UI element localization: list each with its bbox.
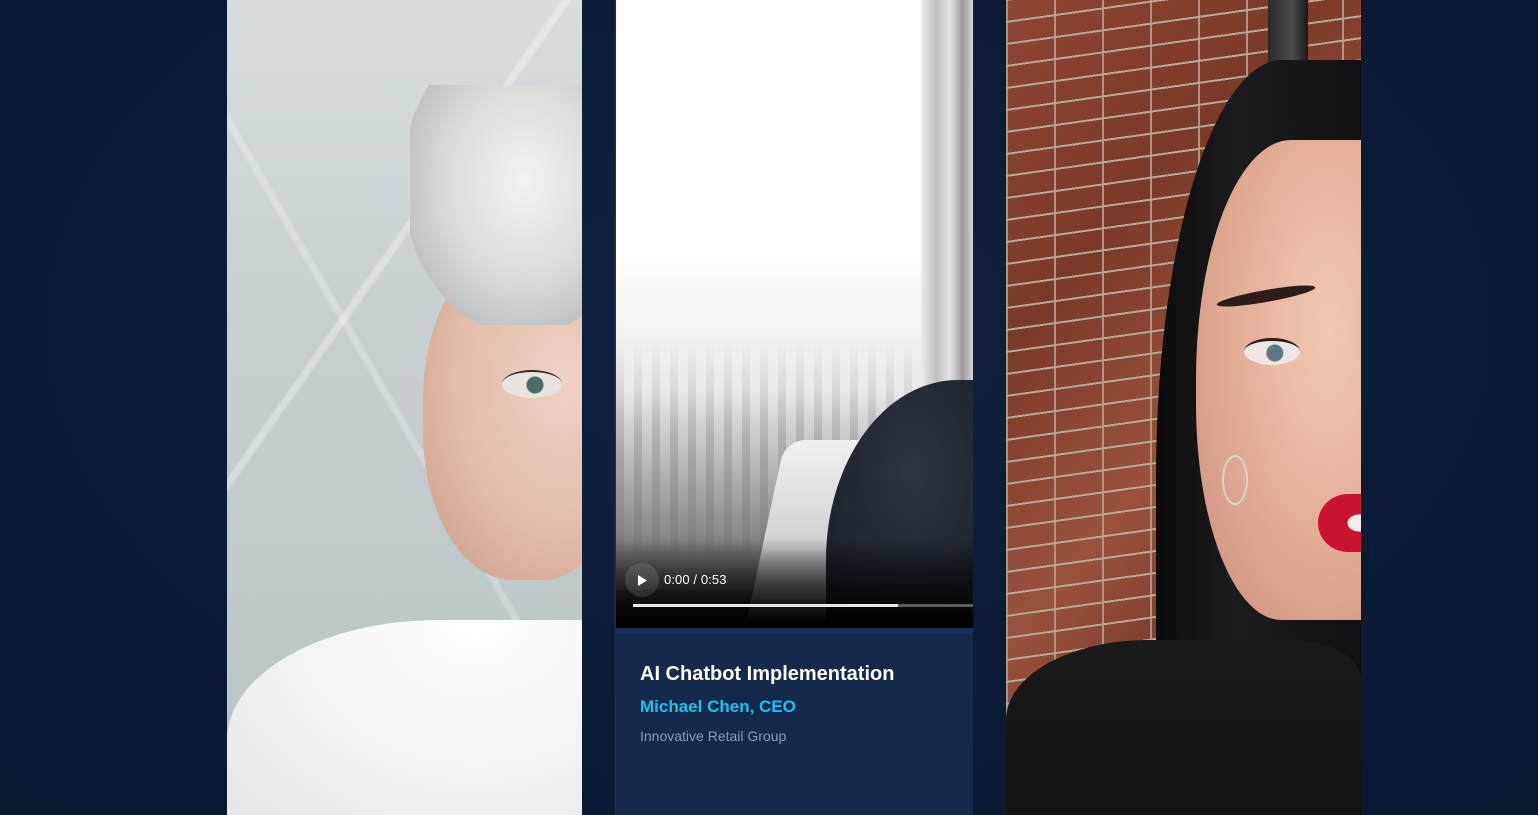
testimonial-video[interactable]: 0:00 / 0:53 bbox=[616, 0, 973, 628]
video-subject-hair bbox=[410, 85, 582, 325]
video-subject-eye bbox=[1244, 338, 1300, 365]
testimonial-person: Michael Chen, CEO bbox=[640, 697, 796, 716]
testimonial-video-right[interactable] bbox=[1006, 0, 1361, 815]
testimonial-info: AI Chatbot Implementation Michael Chen, … bbox=[616, 628, 973, 815]
video-subject-eye bbox=[502, 370, 562, 398]
video-time-display: 0:00 / 0:53 bbox=[664, 572, 727, 587]
testimonial-carousel: 0:00 / 0:53 AI Chatbot Implementation Mi… bbox=[0, 0, 1538, 815]
play-button[interactable] bbox=[625, 563, 659, 597]
video-subject-sweater bbox=[1006, 640, 1361, 815]
testimonial-title: AI Chatbot Implementation bbox=[640, 663, 895, 685]
video-subject-earring bbox=[1222, 455, 1248, 505]
testimonial-company: Innovative Retail Group bbox=[640, 728, 787, 744]
video-buffered-bar bbox=[633, 604, 899, 607]
testimonial-card-center: 0:00 / 0:53 AI Chatbot Implementation Mi… bbox=[615, 0, 973, 815]
video-progress-bar[interactable] bbox=[633, 604, 973, 607]
testimonial-video-left[interactable] bbox=[227, 0, 582, 815]
play-icon bbox=[636, 574, 648, 587]
